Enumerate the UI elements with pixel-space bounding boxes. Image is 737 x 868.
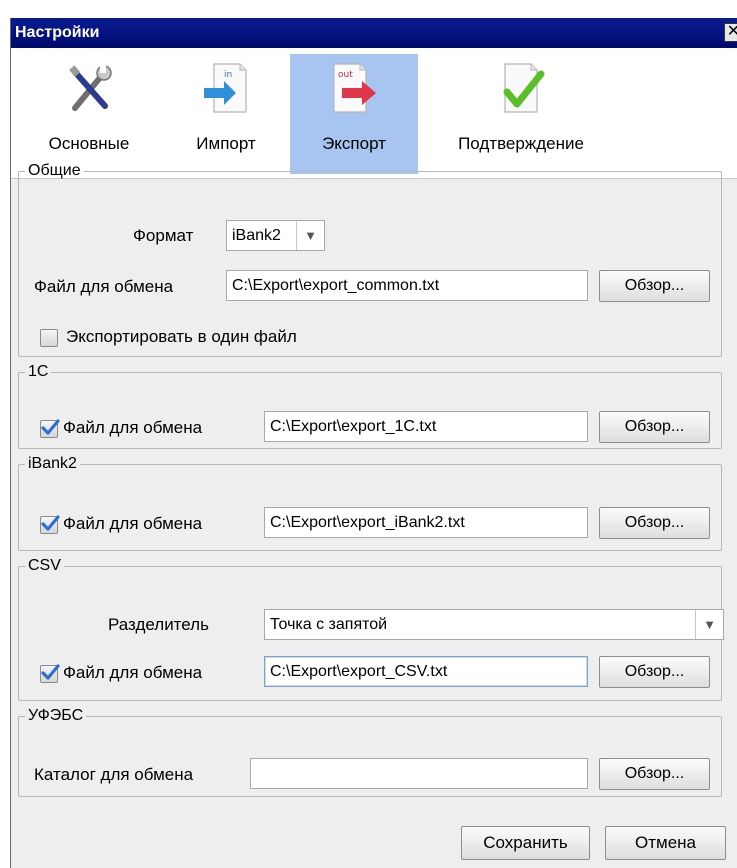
cancel-button[interactable]: Отмена <box>605 826 726 860</box>
import-badge: in <box>224 70 232 80</box>
save-button[interactable]: Сохранить <box>461 826 590 860</box>
checkmark-icon <box>41 515 60 531</box>
tab-general[interactable]: Основные <box>29 54 149 174</box>
csv-browse-button[interactable]: Обзор... <box>599 656 710 688</box>
csv-file-label: Файл для обмена <box>63 663 203 682</box>
ibank2-file-checkbox[interactable] <box>40 515 60 534</box>
tab-confirm-label: Подтверждение <box>458 134 584 153</box>
onec-file-checkbox[interactable] <box>40 419 60 438</box>
format-select[interactable]: iBank2 ▼ <box>226 220 325 251</box>
settings-window: Настройки ✕ Основные in Импорт <box>10 18 737 868</box>
tools-icon <box>69 65 112 111</box>
onec-browse-button[interactable]: Обзор... <box>599 411 710 443</box>
group-1c-legend: 1C <box>28 363 49 380</box>
chevron-down-icon[interactable]: ▼ <box>296 221 324 250</box>
onec-file-input[interactable]: C:\Export\export_1C.txt <box>264 411 588 442</box>
format-label: Формат <box>133 226 194 245</box>
import-icon: in <box>204 63 247 113</box>
ufebs-dir-input[interactable] <box>250 758 588 789</box>
ufebs-browse-button[interactable]: Обзор... <box>599 758 710 790</box>
checkmark-icon <box>41 664 60 680</box>
group-general-legend: Общие <box>28 162 81 179</box>
group-1c: 1C Файл для обмена C:\Export\export_1C.t… <box>18 363 722 449</box>
group-ufebs: УФЭБС Каталог для обмена Обзор... <box>18 707 722 797</box>
common-file-input[interactable]: C:\Export\export_common.txt <box>226 270 588 301</box>
single-file-label: Экспортировать в один файл <box>66 327 297 346</box>
title-bar[interactable]: Настройки ✕ <box>11 18 737 48</box>
group-csv-legend: CSV <box>28 557 61 574</box>
separator-select[interactable]: Точка с запятой ▼ <box>264 609 724 640</box>
tab-export[interactable]: out Экспорт <box>290 54 418 174</box>
tab-general-label: Основные <box>48 134 130 153</box>
export-icon: out <box>333 63 376 113</box>
tab-export-label: Экспорт <box>322 134 386 153</box>
ibank2-browse-button[interactable]: Обзор... <box>599 507 710 539</box>
csv-file-checkbox[interactable] <box>40 664 60 683</box>
checkmark-icon <box>41 419 60 435</box>
group-csv: CSV Разделитель Точка с запятой ▼ Файл д… <box>18 557 724 701</box>
format-select-value: iBank2 <box>232 227 281 244</box>
group-ibank2: iBank2 Файл для обмена C:\Export\export_… <box>18 455 722 551</box>
csv-file-input[interactable]: C:\Export\export_CSV.txt <box>264 656 588 687</box>
group-ibank2-legend: iBank2 <box>28 455 77 472</box>
separator-select-value: Точка с запятой <box>270 616 388 633</box>
tab-import[interactable]: in Импорт <box>171 54 281 174</box>
chevron-down-icon[interactable]: ▼ <box>695 610 723 639</box>
ibank2-file-input[interactable]: C:\Export\export_iBank2.txt <box>264 507 588 538</box>
tab-confirm[interactable]: Подтверждение <box>441 54 601 174</box>
confirm-check-icon <box>503 63 545 113</box>
single-file-checkbox[interactable] <box>40 329 58 347</box>
group-general: Общие Формат iBank2 ▼ Файл для обмена C:… <box>18 162 722 357</box>
export-badge: out <box>338 70 353 80</box>
separator-label: Разделитель <box>108 615 209 634</box>
group-ufebs-legend: УФЭБС <box>28 707 84 724</box>
close-icon[interactable]: ✕ <box>724 23 737 42</box>
onec-file-label: Файл для обмена <box>63 418 203 437</box>
ufebs-dir-label: Каталог для обмена <box>34 765 194 784</box>
common-browse-button[interactable]: Обзор... <box>599 270 710 302</box>
tab-bar: Основные in Импорт out Экспорт Подтвержд… <box>11 48 737 179</box>
window-title: Настройки <box>15 24 100 41</box>
ibank2-file-label: Файл для обмена <box>63 514 203 533</box>
common-file-label: Файл для обмена <box>34 277 174 296</box>
tab-import-label: Импорт <box>196 134 256 153</box>
